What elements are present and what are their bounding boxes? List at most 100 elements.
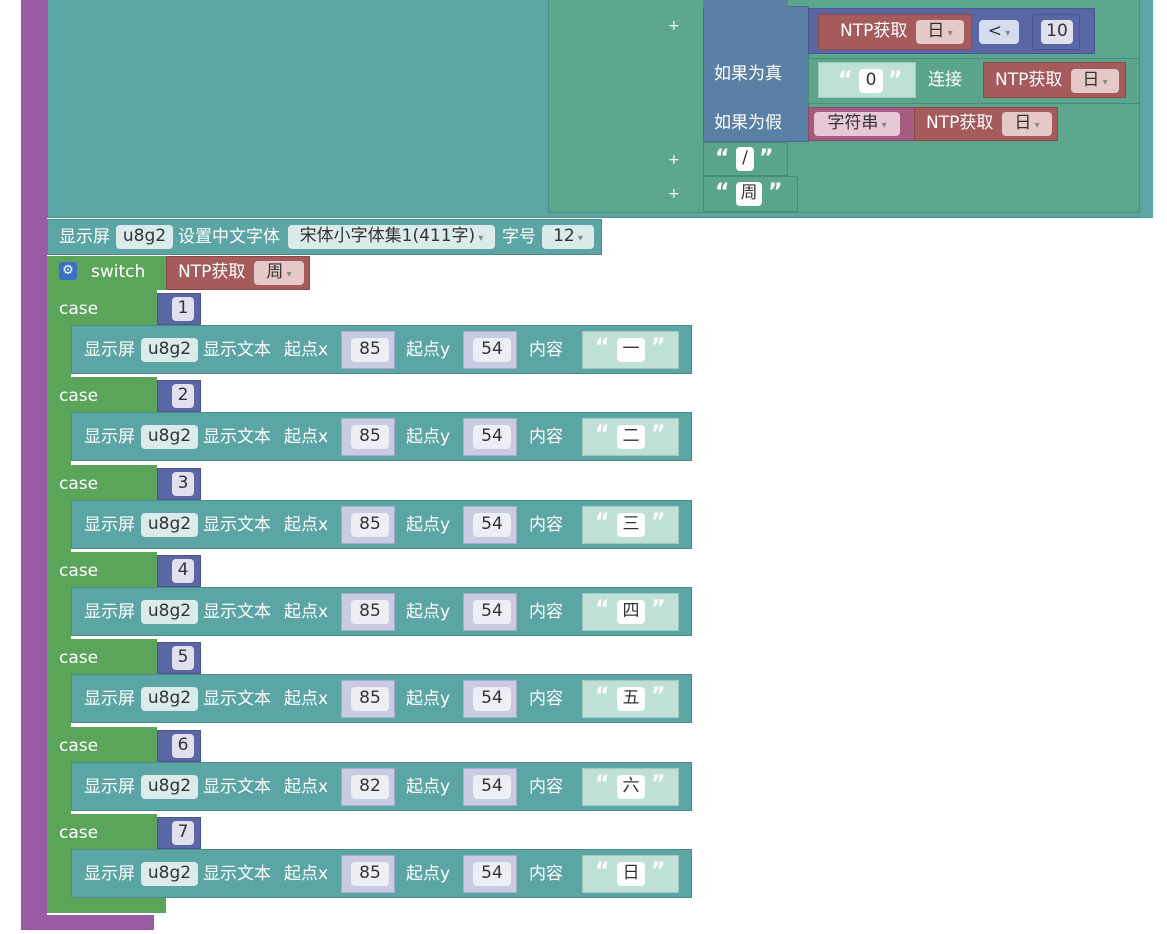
gear-icon[interactable]: ⚙ (59, 262, 77, 280)
y-label: 起点y (406, 515, 451, 535)
show-text-device-field[interactable]: u8g2 (141, 600, 198, 624)
compare-operator-dropdown[interactable]: < (979, 20, 1019, 44)
case-value[interactable]: 2 (172, 384, 194, 408)
join-plus-2[interactable]: + (668, 152, 680, 168)
if-true-label: 如果为真 (714, 64, 782, 84)
show-text-display-label: 显示屏 (84, 689, 135, 709)
string-type-dropdown[interactable]: 字符串 (814, 112, 900, 136)
case-label: case (59, 299, 99, 319)
y-value[interactable]: 54 (473, 600, 511, 624)
switch-block-bottom (47, 897, 166, 913)
y-label: 起点y (406, 864, 451, 884)
show-text-device-field[interactable]: u8g2 (141, 513, 198, 537)
x-value[interactable]: 82 (351, 775, 389, 799)
show-text-label: 显示文本 (203, 864, 271, 884)
week-string-value[interactable]: 周 (736, 182, 762, 206)
open-quote-icon: “ (595, 859, 610, 884)
content-label: 内容 (529, 515, 563, 535)
case-label: case (59, 386, 99, 406)
content-label: 内容 (529, 602, 563, 622)
number-value-10[interactable]: 10 (1041, 20, 1073, 44)
font-dropdown[interactable]: 宋体小字体集1(411字) (288, 225, 495, 249)
join-plus-1[interactable]: + (668, 18, 680, 34)
content-string-value[interactable]: 日 (617, 862, 645, 886)
ternary-block-top (703, 0, 788, 8)
show-text-display-label: 显示屏 (84, 777, 135, 797)
content-string-value[interactable]: 六 (617, 775, 645, 799)
close-quote-icon: ” (651, 597, 666, 622)
x-label: 起点x (284, 340, 329, 360)
close-quote-icon: ” (651, 684, 666, 709)
ntp-day-dropdown-2[interactable]: 日 (1071, 69, 1119, 93)
content-string-value[interactable]: 四 (617, 600, 645, 624)
close-quote-icon: ” (651, 510, 666, 535)
case-value[interactable]: 1 (172, 297, 194, 321)
show-text-label: 显示文本 (203, 427, 271, 447)
show-text-display-label: 显示屏 (84, 515, 135, 535)
ntp-week-dropdown[interactable]: 周 (254, 261, 304, 285)
show-text-label: 显示文本 (203, 602, 271, 622)
close-quote-icon: ” (651, 335, 666, 360)
show-text-display-label: 显示屏 (84, 602, 135, 622)
content-label: 内容 (529, 427, 563, 447)
close-quote-icon: ” (759, 146, 774, 171)
procedure-block-body (21, 0, 47, 930)
case-label: case (59, 736, 99, 756)
x-value[interactable]: 85 (351, 338, 389, 362)
x-label: 起点x (284, 777, 329, 797)
procedure-block-bottom (21, 915, 154, 930)
font-size-label: 字号 (502, 227, 536, 247)
y-value[interactable]: 54 (473, 775, 511, 799)
case-value[interactable]: 7 (172, 821, 194, 845)
show-text-label: 显示文本 (203, 777, 271, 797)
content-string-value[interactable]: 二 (617, 425, 645, 449)
display-block-right-edge (1140, 0, 1153, 218)
show-text-device-field[interactable]: u8g2 (141, 425, 198, 449)
show-text-display-label: 显示屏 (84, 340, 135, 360)
x-value[interactable]: 85 (351, 862, 389, 886)
show-text-device-field[interactable]: u8g2 (141, 862, 198, 886)
close-quote-icon: ” (651, 859, 666, 884)
x-label: 起点x (284, 427, 329, 447)
show-text-label: 显示文本 (203, 340, 271, 360)
x-label: 起点x (284, 689, 329, 709)
case-value[interactable]: 6 (172, 734, 194, 758)
font-size-dropdown[interactable]: 12 (542, 225, 594, 249)
x-value[interactable]: 85 (351, 600, 389, 624)
set-font-device-field[interactable]: u8g2 (116, 225, 173, 249)
join-plus-3[interactable]: + (668, 186, 680, 202)
case-label: case (59, 648, 99, 668)
y-value[interactable]: 54 (473, 425, 511, 449)
y-label: 起点y (406, 427, 451, 447)
case-label: case (59, 561, 99, 581)
content-string-value[interactable]: 五 (617, 687, 645, 711)
y-value[interactable]: 54 (473, 338, 511, 362)
y-value[interactable]: 54 (473, 687, 511, 711)
case-value[interactable]: 4 (172, 559, 194, 583)
ntp-day-dropdown-1[interactable]: 日 (916, 20, 964, 44)
y-label: 起点y (406, 602, 451, 622)
show-text-device-field[interactable]: u8g2 (141, 687, 198, 711)
show-text-device-field[interactable]: u8g2 (141, 338, 198, 362)
open-quote-icon: “ (715, 180, 730, 205)
zero-string-value[interactable]: 0 (859, 69, 883, 93)
x-label: 起点x (284, 515, 329, 535)
show-text-device-field[interactable]: u8g2 (141, 775, 198, 799)
content-string-value[interactable]: 三 (617, 513, 645, 537)
x-value[interactable]: 85 (351, 425, 389, 449)
x-value[interactable]: 85 (351, 687, 389, 711)
y-value[interactable]: 54 (473, 862, 511, 886)
ntp-label-2: NTP获取 (995, 70, 1063, 90)
case-value[interactable]: 5 (172, 646, 194, 670)
set-font-display-label: 显示屏 (59, 227, 110, 247)
ntp-day-dropdown-3[interactable]: 日 (1002, 112, 1052, 136)
slash-string-value[interactable]: / (736, 147, 754, 171)
x-value[interactable]: 85 (351, 513, 389, 537)
y-value[interactable]: 54 (473, 513, 511, 537)
case-value[interactable]: 3 (172, 472, 194, 496)
show-text-display-label: 显示屏 (84, 427, 135, 447)
x-label: 起点x (284, 864, 329, 884)
content-label: 内容 (529, 777, 563, 797)
if-false-label: 如果为假 (714, 113, 782, 133)
content-string-value[interactable]: 一 (617, 338, 645, 362)
